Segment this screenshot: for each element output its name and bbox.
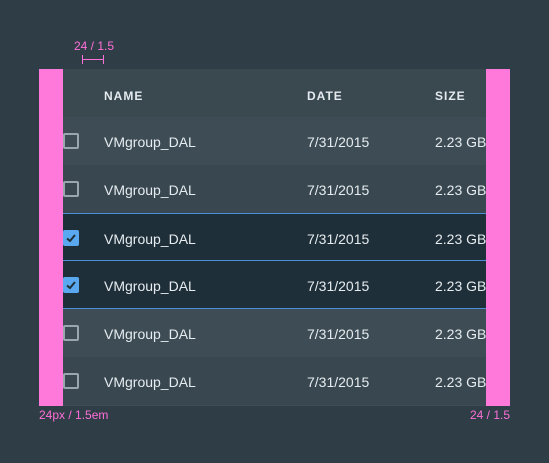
bottom-right-annotation: 24 / 1.5 <box>470 408 511 422</box>
row-date: 7/31/2015 <box>307 182 370 198</box>
row-date: 7/31/2015 <box>307 278 370 294</box>
row-size: 2.23 GB <box>435 374 486 390</box>
bottom-left-annotation: 24px / 1.5em <box>39 408 109 422</box>
row-checkbox[interactable] <box>63 181 79 197</box>
row-name: VMgroup_DAL <box>104 278 196 294</box>
row-checkbox[interactable] <box>63 133 79 149</box>
table-row[interactable]: VMgroup_DAL 7/31/2015 2.23 GB <box>63 213 486 261</box>
top-spacing-annotation: 24 / 1.5 <box>74 39 115 53</box>
row-name: VMgroup_DAL <box>104 374 196 390</box>
row-name: VMgroup_DAL <box>104 326 196 342</box>
row-size: 2.23 GB <box>435 278 486 294</box>
row-date: 7/31/2015 <box>307 374 370 390</box>
row-checkbox[interactable] <box>63 277 79 293</box>
table-row[interactable]: VMgroup_DAL 7/31/2015 2.23 GB <box>63 309 486 357</box>
right-padding-highlight <box>486 69 510 406</box>
spacing-measure-bracket <box>82 55 104 64</box>
row-name: VMgroup_DAL <box>104 231 196 247</box>
column-header-name[interactable]: NAME <box>104 89 143 103</box>
row-date: 7/31/2015 <box>307 134 370 150</box>
checkmark-icon <box>66 281 76 290</box>
row-name: VMgroup_DAL <box>104 134 196 150</box>
column-header-date[interactable]: DATE <box>307 89 343 103</box>
row-checkbox[interactable] <box>63 373 79 389</box>
table-header: NAME DATE SIZE <box>63 69 486 117</box>
row-date: 7/31/2015 <box>307 231 370 247</box>
row-checkbox[interactable] <box>63 230 79 246</box>
column-header-size[interactable]: SIZE <box>435 89 466 103</box>
row-date: 7/31/2015 <box>307 326 370 342</box>
row-size: 2.23 GB <box>435 326 486 342</box>
row-name: VMgroup_DAL <box>104 182 196 198</box>
table-row[interactable]: VMgroup_DAL 7/31/2015 2.23 GB <box>63 165 486 213</box>
data-table: NAME DATE SIZE VMgroup_DAL 7/31/2015 2.2… <box>63 69 486 406</box>
table-row[interactable]: VMgroup_DAL 7/31/2015 2.23 GB <box>63 261 486 309</box>
row-checkbox[interactable] <box>63 325 79 341</box>
table-row[interactable]: VMgroup_DAL 7/31/2015 2.23 GB <box>63 117 486 165</box>
row-size: 2.23 GB <box>435 182 486 198</box>
left-padding-highlight <box>39 69 63 406</box>
row-size: 2.23 GB <box>435 134 486 150</box>
checkmark-icon <box>66 234 76 243</box>
row-size: 2.23 GB <box>435 231 486 247</box>
table-row[interactable]: VMgroup_DAL 7/31/2015 2.23 GB <box>63 357 486 405</box>
